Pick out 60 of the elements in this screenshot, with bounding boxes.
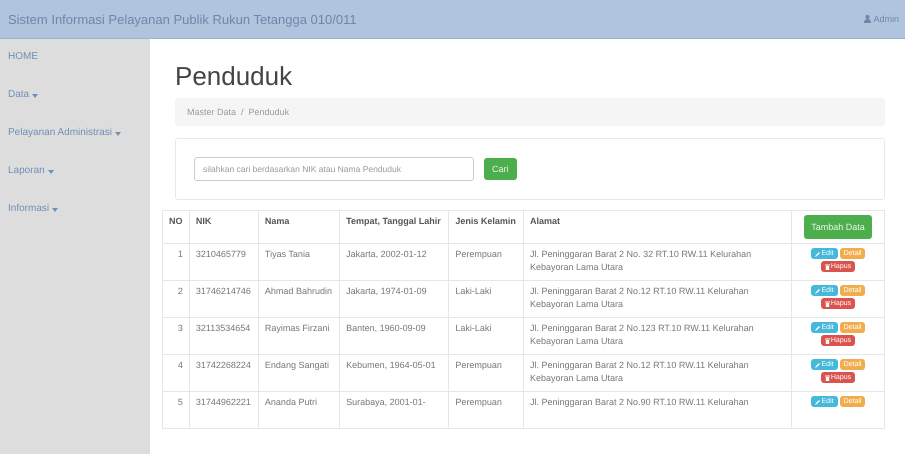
sidebar-item[interactable]: Pelayanan Administrasi <box>0 127 150 165</box>
table-cell: Ananda Putri <box>258 392 340 428</box>
app-title[interactable]: Sistem Informasi Pelayanan Publik Rukun Tetangga 010/011 <box>8 12 357 26</box>
breadcrumb-item[interactable]: Master Data <box>187 107 236 117</box>
table-cell: 31742268224 <box>189 354 258 392</box>
table-cell: Jakarta, 1974-01-09 <box>340 280 449 318</box>
breadcrumb-separator: / <box>241 107 244 117</box>
table-cell: Perempuan <box>448 392 524 428</box>
table-cell: Kebumen, 1964-05-01 <box>340 354 449 392</box>
pencil-icon <box>814 288 821 294</box>
column-header: NO <box>162 210 190 244</box>
trash-icon <box>824 300 830 306</box>
table-cell: 31746214746 <box>189 280 258 318</box>
trash-icon <box>824 338 830 344</box>
table-cell: 3 <box>162 318 190 354</box>
pencil-icon <box>814 250 821 256</box>
table-cell: 32113534654 <box>189 318 258 354</box>
trash-icon <box>824 374 830 380</box>
table-cell: Jl. Peninggaran Barat 2 No.12 RT.10 RW.11 Kelurahan Kebayoran Lama Utara <box>524 354 792 392</box>
table-cell: Laki-Laki <box>448 318 524 354</box>
table-cell: 2 <box>162 280 190 318</box>
breadcrumb-item: Penduduk <box>248 107 290 117</box>
table-cell: Banten, 1960-09-09 <box>340 318 449 354</box>
table-cell: Tiyas Tania <box>258 244 340 280</box>
table-cell: Jakarta, 2002-01-12 <box>340 244 449 280</box>
table-cell: Ahmad Bahrudin <box>258 280 340 318</box>
column-header: Jenis Kelamin <box>448 210 524 244</box>
table-cell: 3210465779 <box>189 244 258 280</box>
column-header: NIK <box>189 210 258 244</box>
table-cell: Laki-Laki <box>448 280 524 318</box>
table-cell: Endang Sangati <box>258 354 340 392</box>
table-cell: Rayimas Firzani <box>258 318 340 354</box>
sidebar-item[interactable]: Data <box>0 89 150 127</box>
table-cell: 1 <box>162 244 190 280</box>
user-icon <box>864 15 872 23</box>
pencil-icon <box>814 324 821 330</box>
column-header: Nama <box>258 210 340 244</box>
table-cell: 4 <box>162 354 190 392</box>
table-cell: 5 <box>162 392 190 428</box>
table-cell: Jl. Peninggaran Barat 2 No.12 RT.10 RW.11 Kelurahan Kebayoran Lama Utara <box>524 280 792 318</box>
sidebar-item[interactable]: Laporan <box>0 165 150 203</box>
user-menu[interactable]: Admin <box>864 14 899 24</box>
table-cell: Perempuan <box>448 354 524 392</box>
search-button[interactable]: Cari <box>484 158 517 180</box>
add-data-button[interactable]: Tambah Data <box>804 215 872 239</box>
page-title: Penduduk <box>175 61 294 92</box>
table-cell: Jl. Peninggaran Barat 2 No.123 RT.10 RW.11 Kelurahan Kebayoran Lama Utara <box>524 318 792 354</box>
table-cell: Surabaya, 2001-01- <box>340 392 449 428</box>
pencil-icon <box>814 398 821 404</box>
table-cell: Perempuan <box>448 244 524 280</box>
table-cell: Jl. Peninggaran Barat 2 No.90 RT.10 RW.11 Kelurahan <box>524 392 792 428</box>
trash-icon <box>824 264 830 270</box>
column-header: Alamat <box>524 210 792 244</box>
column-header: Tempat, Tanggal Lahir <box>340 210 449 244</box>
sidebar-item[interactable]: Informasi <box>0 203 150 241</box>
table-cell: Jl. Peninggaran Barat 2 No. 32 RT.10 RW.11 Kelurahan Kebayoran Lama Utara <box>524 244 792 280</box>
table-cell: 31744962221 <box>189 392 258 428</box>
pencil-icon <box>814 362 821 368</box>
sidebar-item[interactable]: HOME <box>0 51 150 89</box>
search-field[interactable]: silahkan cari berdasarkan NIK atau Nama Penduduk <box>194 157 474 181</box>
